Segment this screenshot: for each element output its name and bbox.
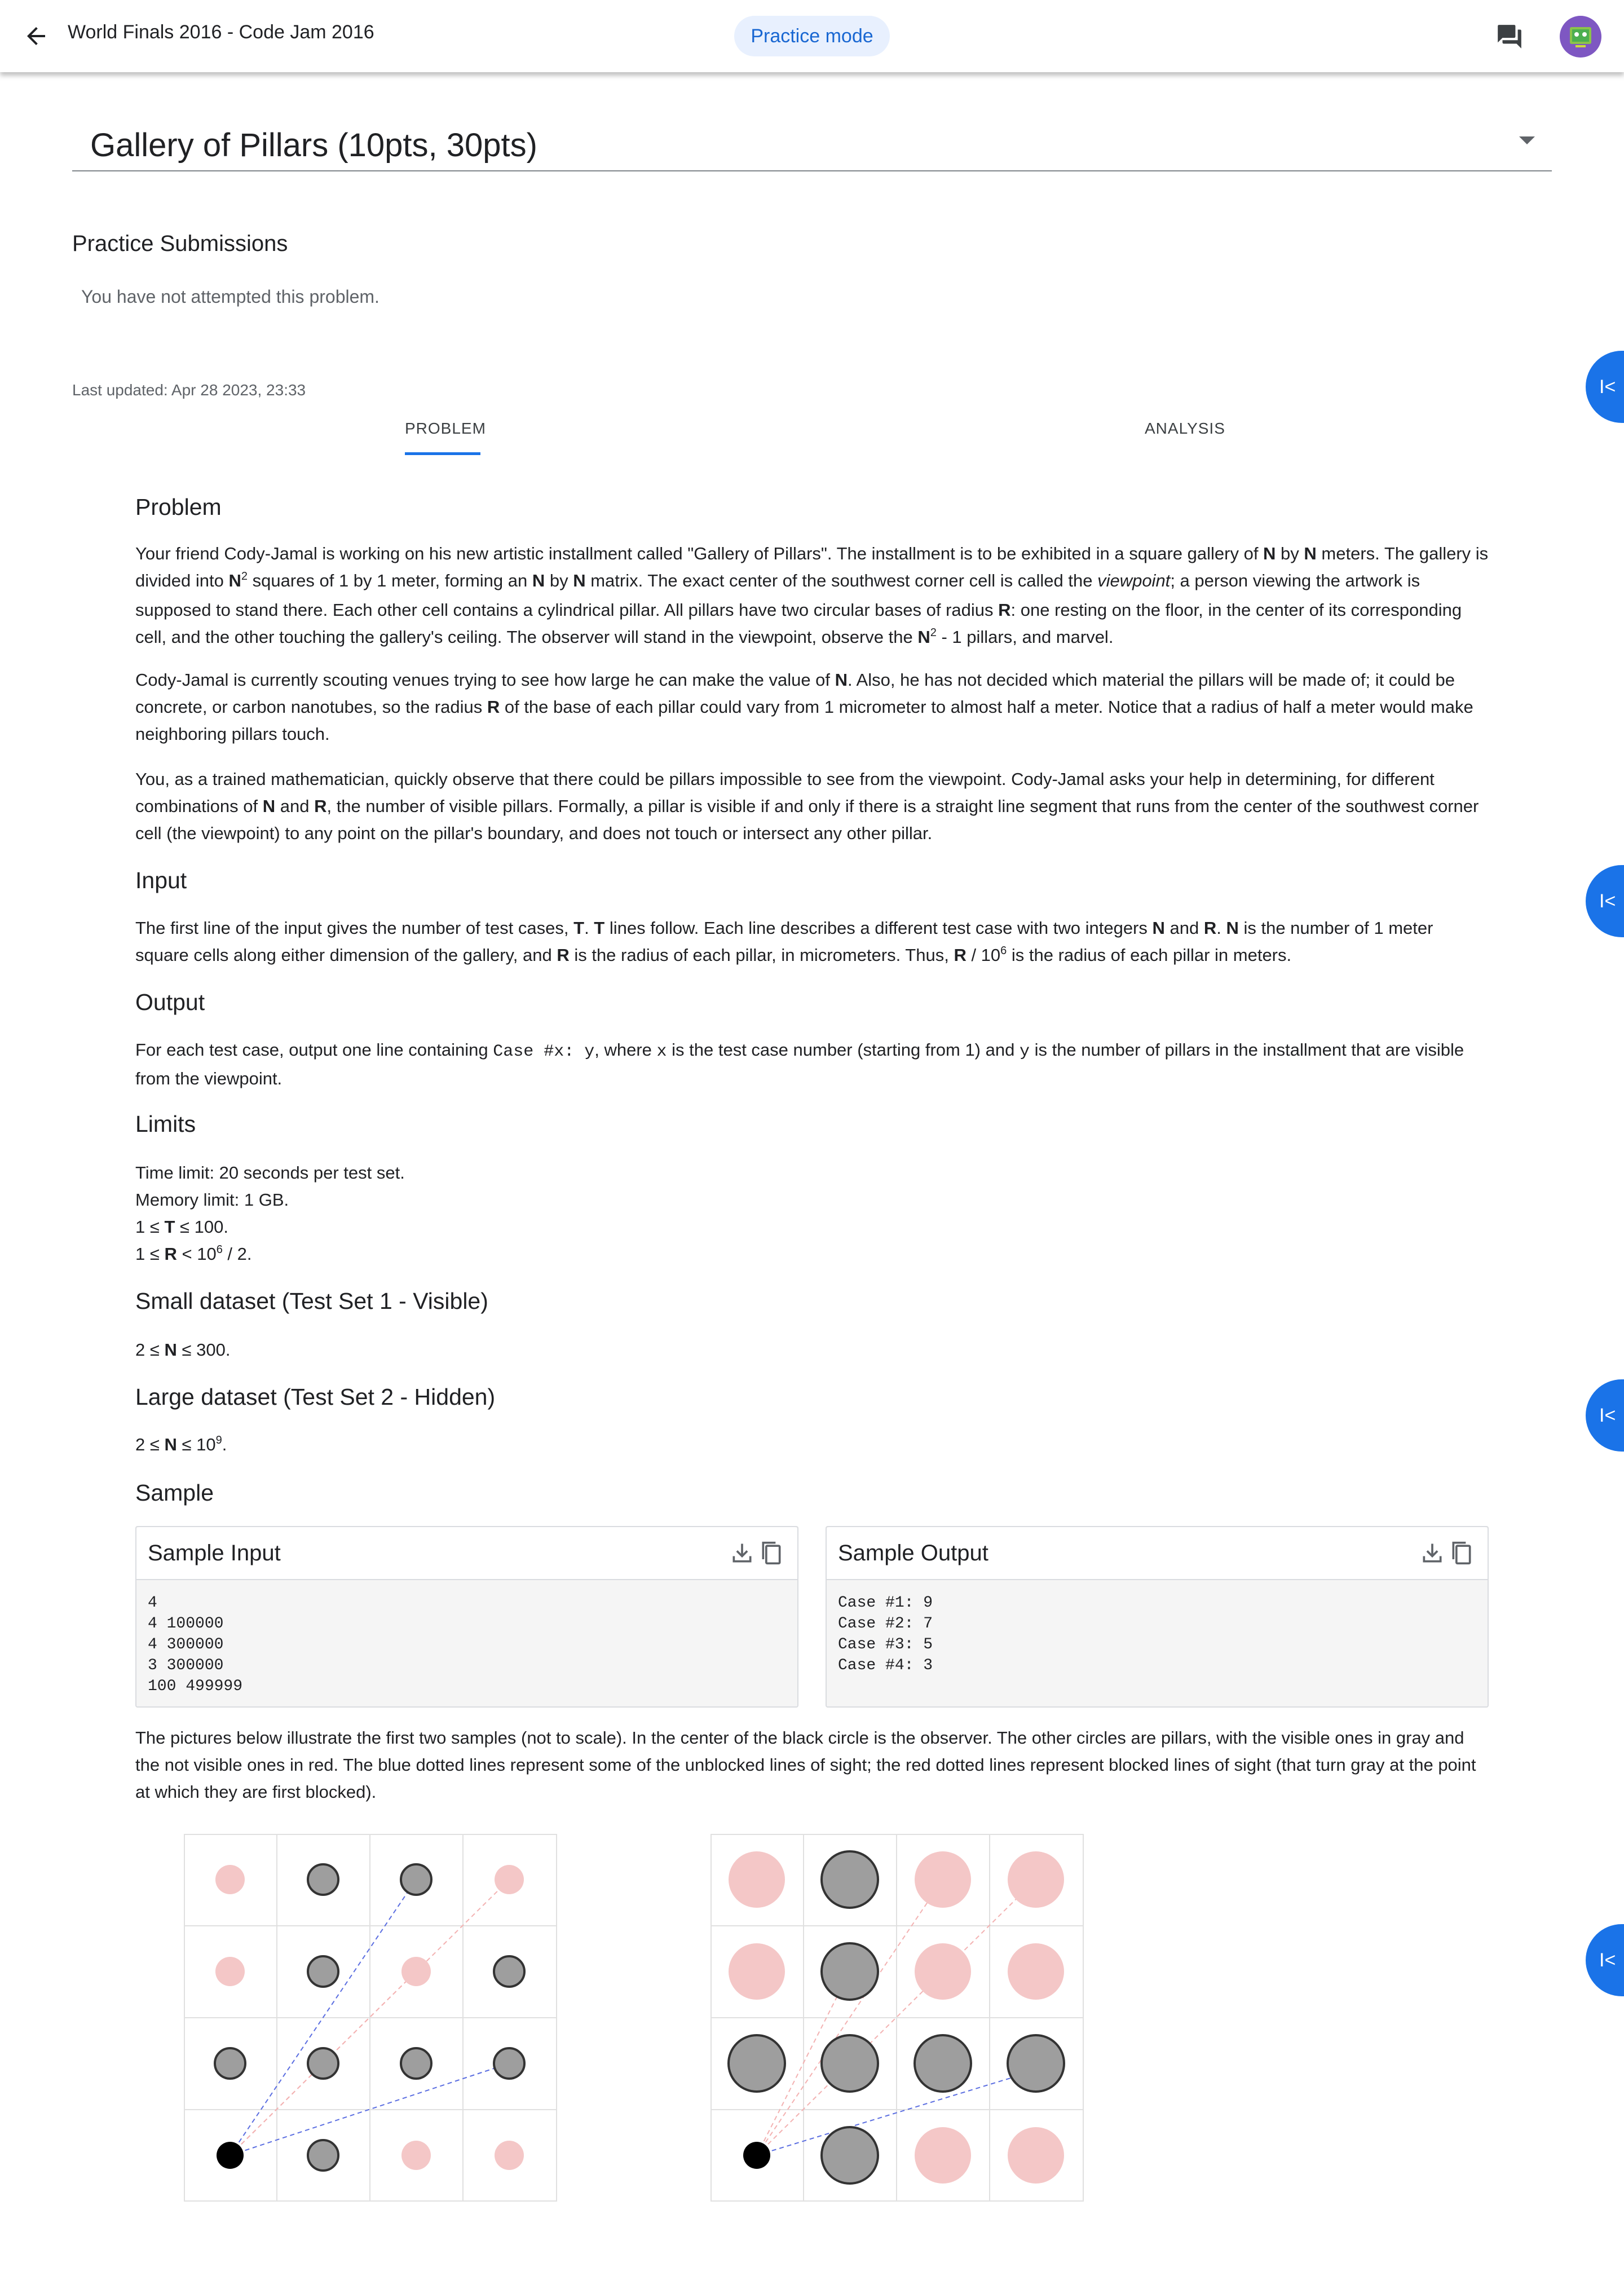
sample-heading: Sample (135, 1480, 214, 1506)
problem-paragraph-2: Cody-Jamal is currently scouting venues … (135, 670, 1473, 744)
output-heading: Output (135, 989, 205, 1015)
download-icon[interactable] (1420, 1541, 1445, 1565)
problem-selector[interactable]: Gallery of Pillars (10pts, 30pts) (72, 118, 1552, 171)
sample-input-header: Sample Input (136, 1527, 797, 1580)
collapse-left-button[interactable]: I< (1586, 1379, 1624, 1452)
avatar-image (1570, 27, 1591, 47)
large-dataset-limit: 2 ≤ N ≤ 109. (135, 1434, 227, 1454)
dropdown-arrow-icon (1519, 136, 1535, 144)
sample-2-figure (710, 1834, 1084, 2202)
sample-input-title: Sample Input (148, 1541, 281, 1565)
small-dataset-heading: Small dataset (Test Set 1 - Visible) (135, 1288, 488, 1314)
collapse-left-button[interactable]: I< (1586, 351, 1624, 423)
collapse-left-icon: I< (1599, 890, 1616, 912)
small-dataset-limit: 2 ≤ N ≤ 300. (135, 1340, 231, 1360)
pictures-paragraph: The pictures below illustrate the first … (135, 1728, 1476, 1802)
download-icon[interactable] (730, 1541, 754, 1565)
collapse-left-icon: I< (1599, 1405, 1616, 1426)
collapse-left-icon: I< (1599, 376, 1616, 398)
sample-output-title: Sample Output (838, 1541, 988, 1565)
limit-line: 1 ≤ T ≤ 100. (135, 1217, 228, 1237)
sample-output-header: Sample Output (827, 1527, 1488, 1580)
problem-title: Gallery of Pillars (10pts, 30pts) (90, 127, 537, 164)
problem-heading: Problem (135, 494, 222, 520)
limit-line: Memory limit: 1 GB. (135, 1190, 289, 1210)
sample-output-text[interactable]: Case #1: 9 Case #2: 7 Case #3: 5 Case #4… (838, 1593, 933, 1676)
practice-mode-chip[interactable]: Practice mode (734, 16, 890, 56)
sample-input-box: Sample Input 4 4 100000 4 300000 3 30000… (135, 1526, 798, 1708)
top-app-bar: World Finals 2016 - Code Jam 2016 Practi… (0, 0, 1624, 72)
limits-list: Time limit: 20 seconds per test set. Mem… (135, 1159, 1489, 1270)
limits-heading: Limits (135, 1111, 196, 1137)
collapse-left-button[interactable]: I< (1586, 865, 1624, 937)
copy-icon[interactable] (759, 1540, 784, 1567)
tab-problem[interactable]: PROBLEM (405, 420, 486, 438)
collapse-left-icon: I< (1599, 1949, 1616, 1971)
copy-icon[interactable] (1449, 1540, 1474, 1567)
problem-paragraph-3: You, as a trained mathematician, quickly… (135, 769, 1479, 843)
contest-title: World Finals 2016 - Code Jam 2016 (68, 21, 374, 43)
large-dataset-heading: Large dataset (Test Set 2 - Hidden) (135, 1384, 496, 1410)
input-heading: Input (135, 867, 187, 893)
back-arrow-icon[interactable] (23, 23, 50, 50)
input-paragraph: The first line of the input gives the nu… (135, 918, 1433, 965)
sample-output-box: Sample Output Case #1: 9 Case #2: 7 Case… (826, 1526, 1489, 1708)
submissions-heading: Practice Submissions (72, 231, 288, 256)
limit-line: 1 ≤ R < 106 / 2. (135, 1243, 252, 1264)
submissions-status: You have not attempted this problem. (81, 286, 379, 307)
sample-1-figure (184, 1834, 557, 2202)
problem-paragraph-1: Your friend Cody-Jamal is working on his… (135, 544, 1489, 647)
collapse-left-button[interactable]: I< (1586, 1924, 1624, 1996)
output-paragraph: For each test case, output one line cont… (135, 1040, 1464, 1088)
limit-line: Time limit: 20 seconds per test set. (135, 1163, 405, 1183)
chat-icon[interactable] (1495, 23, 1524, 51)
tab-analysis[interactable]: ANALYSIS (1145, 420, 1225, 438)
active-tab-indicator (405, 452, 480, 455)
avatar[interactable] (1560, 16, 1601, 58)
last-updated: Last updated: Apr 28 2023, 23:33 (72, 381, 306, 399)
sample-input-text[interactable]: 4 4 100000 4 300000 3 300000 100 499999 (148, 1593, 242, 1697)
